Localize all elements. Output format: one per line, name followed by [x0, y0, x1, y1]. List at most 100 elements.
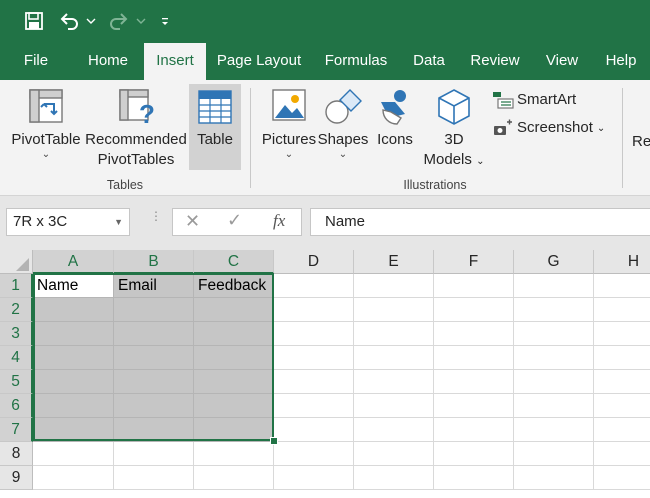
save-icon[interactable] — [24, 9, 44, 33]
cell-f7[interactable] — [434, 418, 514, 442]
cell-f8[interactable] — [434, 442, 514, 466]
cell-g7[interactable] — [514, 418, 594, 442]
cell-f1[interactable] — [434, 274, 514, 298]
column-header-e[interactable]: E — [354, 250, 434, 274]
cell-g4[interactable] — [514, 346, 594, 370]
tab-data[interactable]: Data — [404, 42, 454, 80]
cell-f5[interactable] — [434, 370, 514, 394]
cell-b3[interactable] — [114, 322, 194, 346]
recommended-pivottables-button[interactable]: ? Recommended PivotTables — [84, 88, 188, 170]
cell-h2[interactable] — [594, 298, 650, 322]
cell-d4[interactable] — [274, 346, 354, 370]
tab-home[interactable]: Home — [76, 42, 140, 80]
tab-file[interactable]: File — [12, 42, 60, 80]
row-header-4[interactable]: 4 — [0, 346, 33, 370]
row-header-5[interactable]: 5 — [0, 370, 33, 394]
cell-h6[interactable] — [594, 394, 650, 418]
icons-button[interactable]: Icons — [372, 88, 418, 150]
cell-g8[interactable] — [514, 442, 594, 466]
cell-a7[interactable] — [33, 418, 114, 442]
cell-d2[interactable] — [274, 298, 354, 322]
cell-h1[interactable] — [594, 274, 650, 298]
cell-h8[interactable] — [594, 442, 650, 466]
cell-e8[interactable] — [354, 442, 434, 466]
pivottable-button[interactable]: PivotTable ⌄ — [8, 88, 84, 160]
formula-input[interactable]: Name — [310, 208, 650, 236]
cell-f6[interactable] — [434, 394, 514, 418]
cell-h5[interactable] — [594, 370, 650, 394]
column-header-f[interactable]: F — [434, 250, 514, 274]
cell-a4[interactable] — [33, 346, 114, 370]
cell-a6[interactable] — [33, 394, 114, 418]
cell-e4[interactable] — [354, 346, 434, 370]
cell-c8[interactable] — [194, 442, 274, 466]
cell-e1[interactable] — [354, 274, 434, 298]
cell-a1[interactable]: Name — [33, 274, 114, 298]
cell-b8[interactable] — [114, 442, 194, 466]
chevron-down-icon[interactable]: ▼ — [114, 209, 123, 235]
cell-c6[interactable] — [194, 394, 274, 418]
cell-c1[interactable]: Feedback — [194, 274, 274, 298]
tab-formulas[interactable]: Formulas — [318, 42, 394, 80]
3d-models-button[interactable]: 3D Models ⌄ — [420, 88, 488, 172]
tab-help[interactable]: Help — [596, 42, 646, 80]
cell-d3[interactable] — [274, 322, 354, 346]
cell-h9[interactable] — [594, 466, 650, 490]
splitter-handle-icon[interactable]: ⋮ — [150, 210, 162, 230]
cell-b4[interactable] — [114, 346, 194, 370]
shapes-button[interactable]: Shapes ⌄ — [316, 88, 370, 160]
row-header-8[interactable]: 8 — [0, 442, 33, 466]
cell-d1[interactable] — [274, 274, 354, 298]
cell-c7[interactable] — [194, 418, 274, 442]
cell-d6[interactable] — [274, 394, 354, 418]
row-header-9[interactable]: 9 — [0, 466, 33, 490]
cell-a2[interactable] — [33, 298, 114, 322]
cell-h4[interactable] — [594, 346, 650, 370]
cell-f3[interactable] — [434, 322, 514, 346]
cell-e3[interactable] — [354, 322, 434, 346]
cell-d7[interactable] — [274, 418, 354, 442]
column-header-c[interactable]: C — [194, 250, 274, 274]
partial-ribbon-button[interactable]: Re — [632, 132, 650, 152]
row-header-1[interactable]: 1 — [0, 274, 33, 298]
tab-view[interactable]: View — [536, 42, 588, 80]
cell-c4[interactable] — [194, 346, 274, 370]
cell-d9[interactable] — [274, 466, 354, 490]
worksheet-grid[interactable]: A B C D E F G H 1 2 3 4 5 6 7 8 9 Name Em… — [0, 250, 650, 498]
cell-b1[interactable]: Email — [114, 274, 194, 298]
cell-f4[interactable] — [434, 346, 514, 370]
row-header-2[interactable]: 2 — [0, 298, 33, 322]
column-header-d[interactable]: D — [274, 250, 354, 274]
cell-c2[interactable] — [194, 298, 274, 322]
select-all-button[interactable] — [0, 250, 33, 274]
cancel-icon[interactable]: ✕ — [185, 211, 200, 232]
cell-e9[interactable] — [354, 466, 434, 490]
cell-b2[interactable] — [114, 298, 194, 322]
enter-check-icon[interactable]: ✓ — [227, 210, 242, 231]
cell-h7[interactable] — [594, 418, 650, 442]
screenshot-button[interactable]: Screenshot ⌄ — [492, 118, 610, 138]
cell-b6[interactable] — [114, 394, 194, 418]
row-header-3[interactable]: 3 — [0, 322, 33, 346]
column-header-a[interactable]: A — [33, 250, 114, 274]
row-header-7[interactable]: 7 — [0, 418, 33, 442]
cell-g9[interactable] — [514, 466, 594, 490]
fill-handle[interactable] — [270, 437, 278, 445]
table-button[interactable]: Table — [189, 84, 241, 170]
undo-dropdown-icon[interactable] — [86, 9, 96, 33]
cell-c5[interactable] — [194, 370, 274, 394]
cell-a5[interactable] — [33, 370, 114, 394]
redo-dropdown-icon[interactable] — [136, 9, 146, 33]
pictures-button[interactable]: Pictures ⌄ — [260, 88, 318, 160]
cell-d8[interactable] — [274, 442, 354, 466]
cell-g1[interactable] — [514, 274, 594, 298]
name-box[interactable]: 7R x 3C ▼ — [6, 208, 130, 236]
row-header-6[interactable]: 6 — [0, 394, 33, 418]
column-header-b[interactable]: B — [114, 250, 194, 274]
cell-g6[interactable] — [514, 394, 594, 418]
cell-g5[interactable] — [514, 370, 594, 394]
smartart-button[interactable]: SmartArt — [492, 90, 582, 110]
tab-review[interactable]: Review — [464, 42, 526, 80]
cell-a9[interactable] — [33, 466, 114, 490]
column-header-g[interactable]: G — [514, 250, 594, 274]
